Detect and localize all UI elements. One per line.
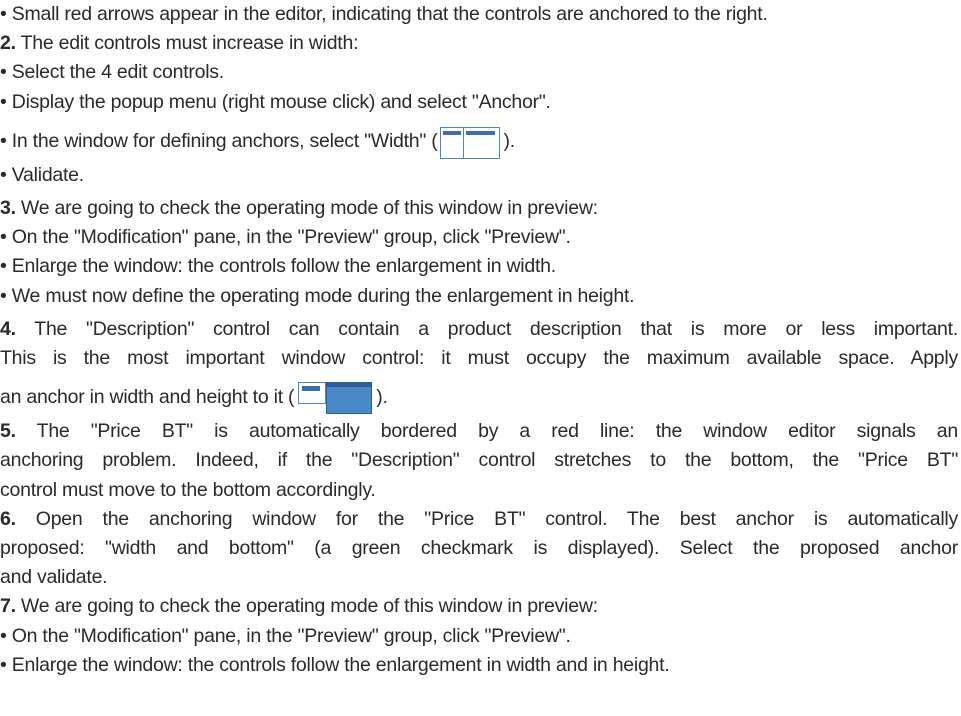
bullet-validate: Validate. [0,161,961,190]
bullet-text-after: ). [503,129,515,152]
step-6-end: and validate. [0,566,108,589]
step-text: The "Price BT" is automatically bordered… [15,420,959,443]
step-4-anchor-line: an anchor in width and height to it (). [0,373,961,417]
step-number: 4. [0,317,16,340]
line-text-before: an anchor in width and height to it ( [0,386,295,409]
anchor-width-icon [439,125,501,159]
step-7: 7. We are going to check the operating m… [0,592,961,621]
step-6: 6. Open the anchoring window for the "Pr… [0,505,958,534]
step-number: 3. [0,197,16,220]
step-4: 4. The "Description" control can contain… [0,315,958,344]
bullet-preview-click: On the "Modification" pane, in the "Prev… [0,223,961,252]
bullet-select-edit-controls: Select the 4 edit controls. [0,58,961,87]
step-text: We are going to check the operating mode… [15,595,598,618]
bullet-text-before: In the window for defining anchors, sele… [11,129,438,152]
step-text: The "Description" control can contain a … [15,317,958,340]
line-text-after: ). [376,386,388,409]
step-text: We are going to check the operating mode… [15,197,598,220]
step-number: 7. [0,595,16,618]
step-text: The edit controls must increase in width… [15,32,359,55]
step-number: 2. [0,32,16,55]
step-2: 2. The edit controls must increase in wi… [0,29,961,58]
step-number: 5. [0,420,16,443]
bullet-enlarge-width: Enlarge the window: the controls follow … [0,252,961,281]
document-body: Small red arrows appear in the editor, i… [0,0,961,680]
step-5-end: control must move to the bottom accordin… [0,478,376,501]
anchor-width-height-icon [296,379,374,417]
step-4-continued: This is the most important window contro… [0,347,958,370]
step-number: 6. [0,507,16,530]
step-3: 3. We are going to check the operating m… [0,194,961,223]
bullet-select-width: In the window for defining anchors, sele… [0,117,961,161]
step-5-continued: anchoring problem. Indeed, if the "Descr… [0,449,958,472]
bullet-define-height: We must now define the operating mode du… [0,282,961,311]
step-text: Open the anchoring window for the "Price… [15,507,958,530]
bullet-enlarge-width-height: Enlarge the window: the controls follow … [0,651,961,680]
step-5: 5. The "Price BT" is automatically borde… [0,417,958,446]
bullet-anchored-right: Small red arrows appear in the editor, i… [0,0,961,29]
step-6-continued: proposed: "width and bottom" (a green ch… [0,537,958,560]
bullet-popup-menu: Display the popup menu (right mouse clic… [0,88,961,117]
bullet-preview-click-2: On the "Modification" pane, in the "Prev… [0,622,961,651]
